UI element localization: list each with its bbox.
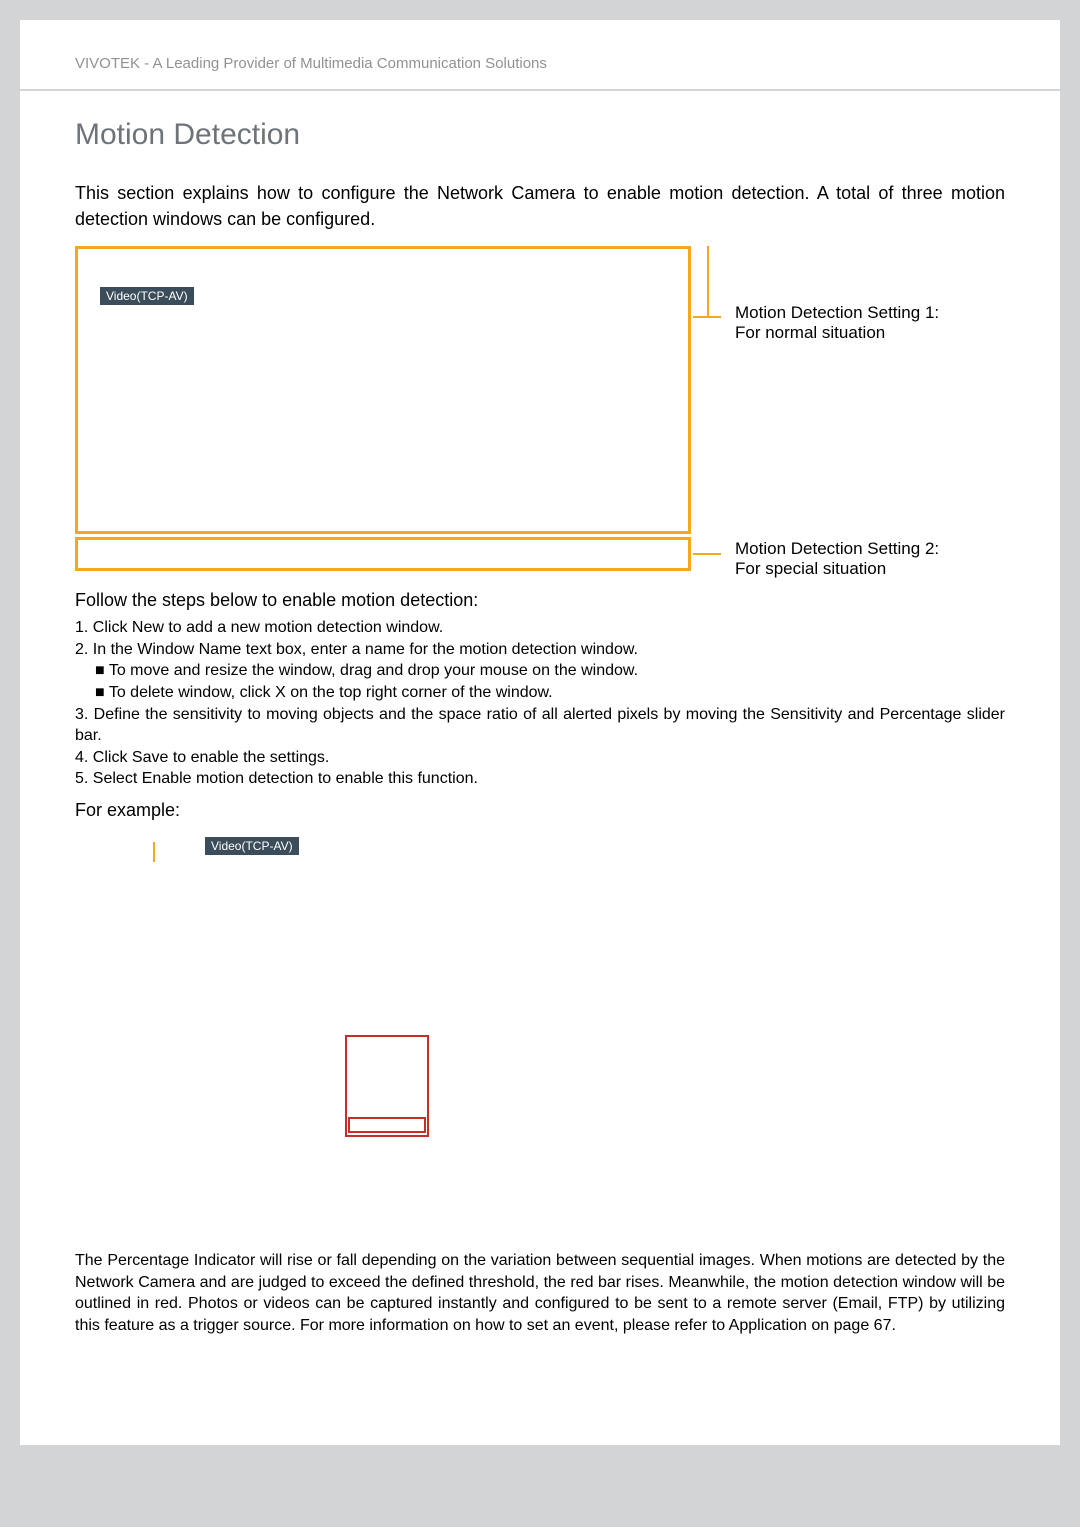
video-label-2: Video(TCP-AV) (205, 837, 299, 855)
callout1-connector-v (707, 246, 709, 318)
page-title: Motion Detection (75, 118, 1005, 152)
setting1-frame: Video(TCP-AV) (75, 246, 691, 534)
screenshot-area-1: Video(TCP-AV) Motion Detection Setting 1… (75, 246, 1005, 576)
step-1: 1. Click New to add a new motion detecti… (75, 617, 1005, 639)
callout1-line1: Motion Detection Setting 1: (735, 303, 939, 323)
callout1-line2: For normal situation (735, 323, 939, 343)
header-divider (20, 89, 1060, 91)
step-3: 3. Define the sensitivity to moving obje… (75, 704, 1005, 747)
callout2-text: Motion Detection Setting 2: For special … (735, 539, 939, 579)
motion-indicator-red-box (348, 1117, 426, 1133)
intro-paragraph: This section explains how to configure t… (75, 180, 1005, 232)
for-example-label: For example: (75, 800, 1005, 821)
callout1-text: Motion Detection Setting 1: For normal s… (735, 303, 939, 343)
step-2: 2. In the Window Name text box, enter a … (75, 639, 1005, 661)
setting2-frame (75, 537, 691, 571)
callout2-connector-h (693, 553, 721, 555)
step-5: 5. Select Enable motion detection to ena… (75, 768, 1005, 790)
step-4: 4. Click Save to enable the settings. (75, 747, 1005, 769)
callout2-line1: Motion Detection Setting 2: (735, 539, 939, 559)
video-label-1: Video(TCP-AV) (100, 287, 194, 305)
callout2-line2: For special situation (735, 559, 939, 579)
step-2a: ■ To move and resize the window, drag an… (75, 660, 1005, 682)
step-2b: ■ To delete window, click X on the top r… (75, 682, 1005, 704)
follow-steps-heading: Follow the steps below to enable motion … (75, 590, 1005, 611)
page-footer-bar (20, 1445, 1060, 1507)
screenshot-area-2: Video(TCP-AV) (75, 825, 1005, 1250)
steps-list: 1. Click New to add a new motion detecti… (75, 617, 1005, 790)
header-company-line: VIVOTEK - A Leading Provider of Multimed… (75, 55, 1005, 78)
percentage-paragraph: The Percentage Indicator will rise or fa… (75, 1250, 1005, 1336)
